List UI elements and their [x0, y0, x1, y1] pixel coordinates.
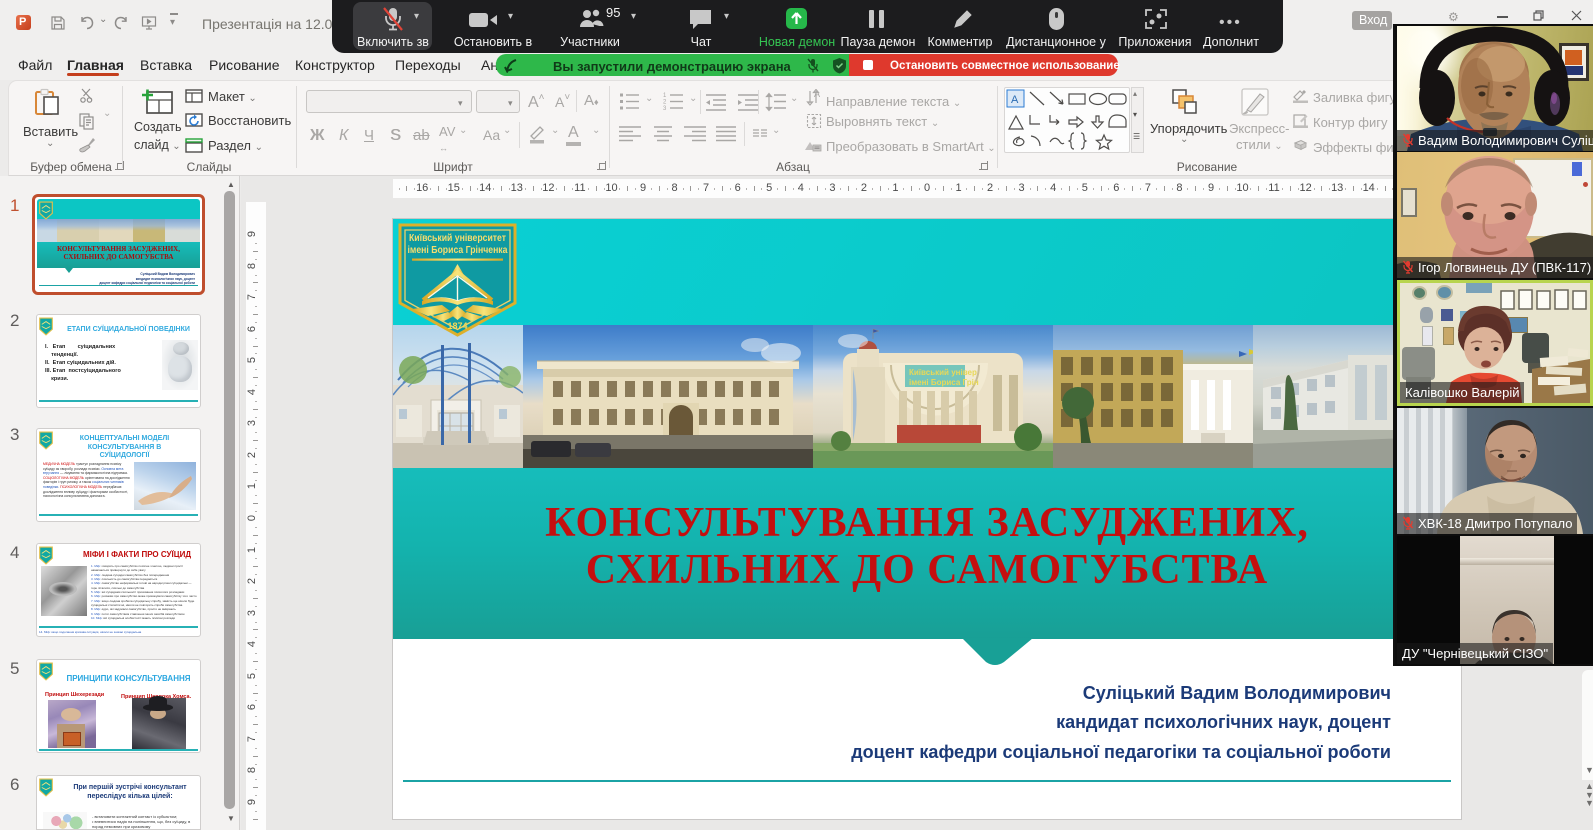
svg-text:2: 2 [663, 100, 667, 106]
svg-text:1874: 1874 [447, 321, 467, 331]
svg-text:3: 3 [663, 106, 667, 112]
svg-text:імені Бориса Грінченка: імені Бориса Грінченка [408, 245, 508, 256]
svg-text:1: 1 [663, 93, 667, 99]
svg-text:імені Бориса Грін: імені Бориса Грін [909, 378, 979, 387]
svg-text:A: A [814, 89, 820, 99]
svg-text:А: А [1011, 94, 1019, 106]
svg-text:Київський універ: Київський універ [909, 368, 977, 377]
svg-text:Київський університет: Київський університет [409, 233, 506, 244]
